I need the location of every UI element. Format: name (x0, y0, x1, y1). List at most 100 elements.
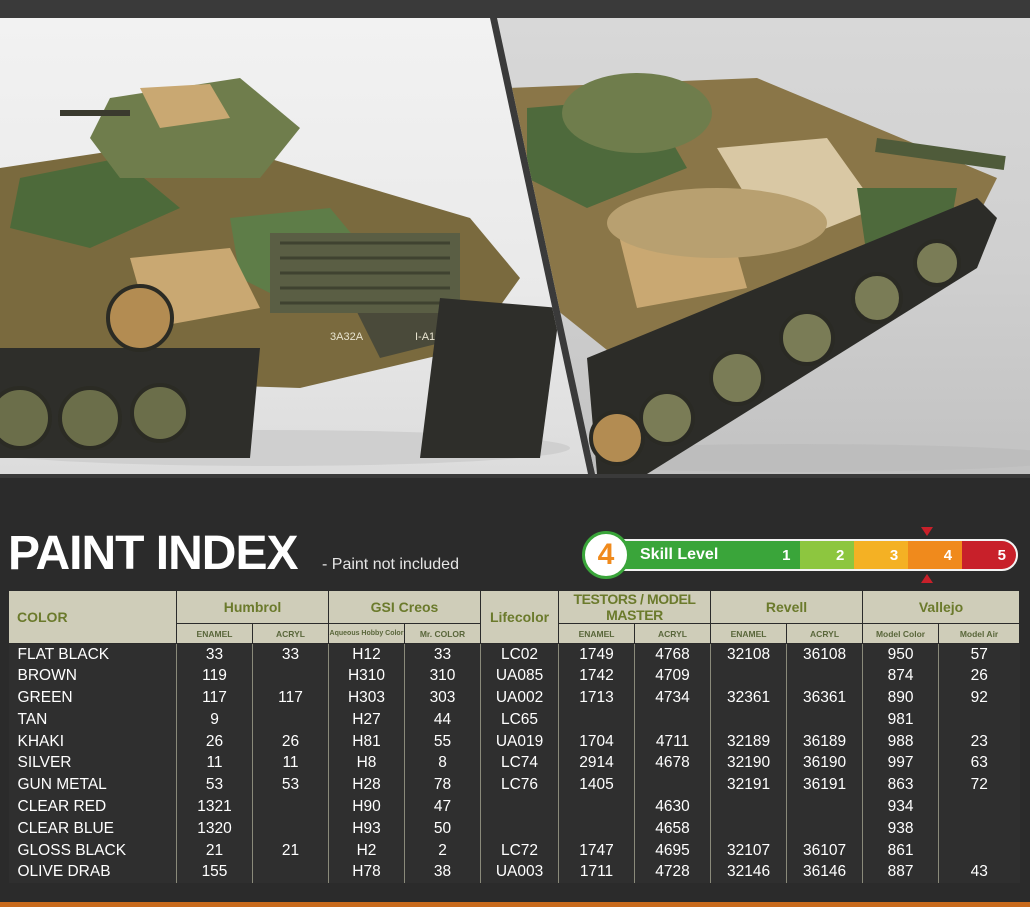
paint-code-cell: UA019 (480, 730, 559, 753)
table-row: SILVER 11 11 H8 8 LC74 2914 4678 32190 36190 997 63 (8, 752, 1020, 775)
paint-code-cell: H8 (328, 752, 405, 775)
tank-front-photo: 3A32A I-A15 (0, 18, 588, 474)
mfr-revell: Revell (710, 590, 864, 624)
paint-code-cell: 36190 (786, 752, 863, 775)
mfr-gsi-creos: GSI Creos (327, 590, 482, 624)
paint-code-cell: 32189 (710, 730, 787, 753)
sub-header: Aqueous Hobby Color (328, 623, 405, 644)
table-row: CLEAR RED 1321 H90 47 4630 934 (8, 796, 1020, 818)
tank-side-photo (497, 18, 1030, 474)
paint-code-cell: 310 (403, 665, 481, 688)
paint-code-cell: H27 (328, 708, 405, 731)
skill-level-indicator: Skill Level 1 2 3 4 5 4 (580, 527, 1020, 583)
paint-note: - Paint not included (322, 556, 459, 573)
paint-code-cell: 92 (938, 687, 1020, 709)
table-row: GUN METAL 53 53 H28 78 LC76 1405 32191 36191 863 7… (8, 774, 1020, 797)
paint-code-cell: 117 (252, 687, 329, 709)
paint-code-cell (634, 708, 711, 731)
color-name-cell: GUN METAL (17, 776, 107, 794)
paint-code-cell: 1749 (558, 643, 635, 666)
table-row: FLAT BLACK 33 33 H12 33 LC02 1749 4768 32108 3610… (8, 643, 1020, 666)
table-row: OLIVE DRAB 155 H78 38 UA003 1711 4728 32146 3614… (8, 861, 1020, 884)
paint-code-cell: 155 (176, 861, 253, 884)
paint-code-cell (786, 665, 863, 688)
paint-code-cell (710, 708, 787, 731)
paint-code-cell (938, 796, 1020, 818)
skill-level-bar: Skill Level 1 2 3 4 5 (608, 539, 1018, 571)
paint-code-cell: 26 (252, 730, 329, 753)
color-name-cell: GLOSS BLACK (17, 841, 127, 859)
color-column-header: COLOR (8, 590, 177, 644)
paint-code-cell: 997 (862, 752, 939, 775)
mfr-lifecolor: Lifecolor (480, 590, 560, 644)
skill-level-2: 2 (800, 541, 855, 569)
mfr-vallejo: Vallejo (862, 590, 1021, 624)
sub-header: ACRYL (634, 623, 712, 644)
table-row: GLOSS BLACK 21 21 H2 2 LC72 1747 4695 32107 36107… (8, 839, 1020, 862)
paint-code-cell: 57 (938, 643, 1020, 666)
paint-code-cell (938, 817, 1020, 840)
table-row: GREEN 117 117 H303 303 UA002 1713 4734 32361 3636… (8, 687, 1020, 709)
skill-level-1: 1 (746, 541, 801, 569)
sub-header: ACRYL (786, 623, 864, 644)
paint-code-cell: 36189 (786, 730, 863, 753)
sub-header: ENAMEL (558, 623, 636, 644)
paint-code-cell: 23 (938, 730, 1020, 753)
paint-code-cell: UA085 (480, 665, 559, 688)
paint-code-cell: 4630 (634, 796, 711, 818)
paint-code-cell: 33 (176, 643, 253, 666)
paint-code-cell: 1742 (558, 665, 635, 688)
paint-code-cell (786, 817, 863, 840)
paint-code-cell: H90 (328, 796, 405, 818)
paint-code-cell: 55 (403, 730, 481, 753)
paint-code-cell: 119 (176, 665, 253, 688)
paint-code-cell (938, 708, 1020, 731)
paint-code-cell: 1321 (176, 796, 253, 818)
paint-code-cell: 2 (403, 839, 481, 862)
paint-code-cell (252, 796, 329, 818)
paint-code-cell: H28 (328, 774, 405, 797)
paint-code-cell: 50 (403, 817, 481, 840)
paint-code-cell: 934 (862, 796, 939, 818)
color-name-cell: GREEN (17, 688, 73, 706)
paint-code-cell: LC02 (480, 643, 559, 666)
skill-level-4: 4 (908, 541, 963, 569)
paint-code-cell: 981 (862, 708, 939, 731)
paint-code-cell: 863 (862, 774, 939, 797)
table-row: CLEAR BLUE 1320 H93 50 4658 938 (8, 817, 1020, 840)
skill-level-5: 5 (962, 541, 1016, 569)
paint-code-cell: 63 (938, 752, 1020, 775)
paint-code-cell: 1711 (558, 861, 635, 884)
paint-code-cell: 874 (862, 665, 939, 688)
page-title: PAINT INDEX (8, 527, 298, 580)
decal-front: 3A32A (330, 331, 364, 343)
paint-code-cell: LC74 (480, 752, 559, 775)
paint-code-cell: LC76 (480, 774, 559, 797)
paint-code-cell: 43 (938, 861, 1020, 884)
table-row: TAN 9 H27 44 LC65 981 (8, 708, 1020, 731)
paint-code-cell: 32191 (710, 774, 787, 797)
paint-code-cell (252, 665, 329, 688)
paint-code-cell: 1713 (558, 687, 635, 709)
mfr-humbrol: Humbrol (176, 590, 329, 624)
color-name-cell: KHAKI (17, 732, 65, 750)
paint-code-cell (634, 774, 711, 797)
paint-code-cell: H81 (328, 730, 405, 753)
paint-code-cell: 4728 (634, 861, 711, 884)
paint-code-cell: 36108 (786, 643, 863, 666)
paint-code-cell (252, 708, 329, 731)
sub-header: Model Air (938, 623, 1021, 644)
tank-front-illustration: 3A32A I-A15 (0, 78, 570, 466)
table-row: BROWN 119 H310 310 UA085 1742 4709 874 26 (8, 665, 1020, 688)
paint-code-cell (786, 796, 863, 818)
paint-code-cell: 4658 (634, 817, 711, 840)
skill-level-3: 3 (854, 541, 909, 569)
paint-code-cell: 4734 (634, 687, 711, 709)
paint-code-cell: UA003 (480, 861, 559, 884)
paint-code-cell: 21 (252, 839, 329, 862)
paint-code-cell: 11 (176, 752, 253, 775)
table-row: KHAKI 26 26 H81 55 UA019 1704 4711 32189 36189 988… (8, 730, 1020, 753)
paint-code-cell: 26 (938, 665, 1020, 688)
paint-code-cell: 890 (862, 687, 939, 709)
sub-header: ACRYL (252, 623, 329, 644)
